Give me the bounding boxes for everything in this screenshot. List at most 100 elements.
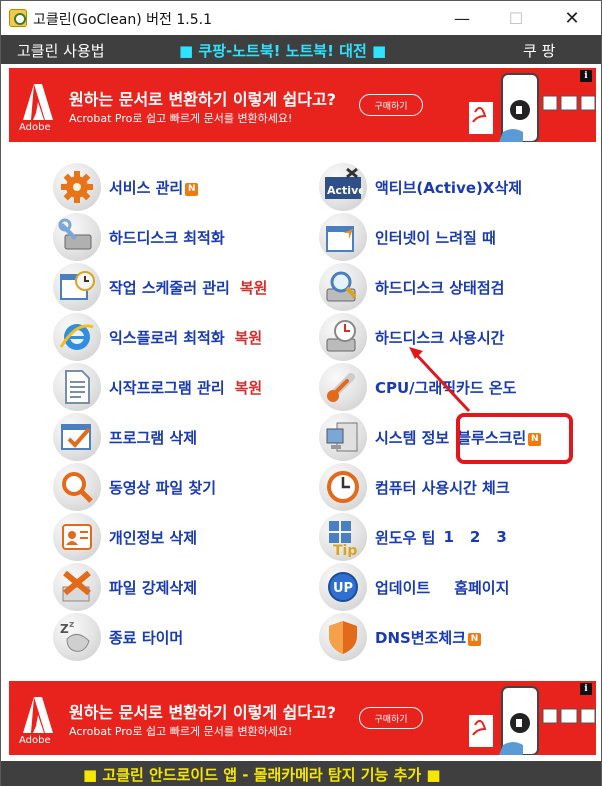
ad-banner-bottom[interactable]: Adobe 원하는 문서로 변환하기 이렇게 쉽다고? Acrobat Pro로… <box>9 681 596 755</box>
dns-check-label: DNS변조체크 N <box>375 627 482 648</box>
ad-logo-text: Adobe <box>19 122 51 133</box>
activex-icon: Active <box>319 163 367 211</box>
service-management-item[interactable]: 서비스 관리 N <box>53 163 199 211</box>
document-icon <box>53 363 101 411</box>
windows-tip-label: 윈도우 팁 <box>375 528 436 547</box>
task-scheduler-restore-link[interactable]: 복원 <box>240 277 268 298</box>
computer-icon <box>319 413 367 461</box>
adobe-logo-icon <box>23 84 53 120</box>
update-item[interactable]: UP 업데이트 홈페이지 <box>319 563 509 611</box>
title-bar: 고클린(GoClean) 버전 1.5.1 — ☐ ✕ <box>1 1 601 35</box>
tip-1-link[interactable]: 1 <box>443 528 453 546</box>
gear-icon <box>53 163 101 211</box>
ad-banner-top[interactable]: Adobe 원하는 문서로 변환하기 이렇게 쉽다고? Acrobat Pro로… <box>9 68 596 142</box>
dns-check-item[interactable]: DNS변조체크 N <box>319 613 482 661</box>
ie-optimize-restore-link[interactable]: 복원 <box>235 327 263 348</box>
adobe-logo-icon <box>23 697 53 733</box>
status-bar: ■ 고클린 안드로이드 앱 - 몰래카메라 탐지 기능 추가 ■ <box>1 761 601 786</box>
ad-headline: 원하는 문서로 변환하기 이렇게 쉽다고? <box>69 703 337 722</box>
tip-3-link[interactable]: 3 <box>496 528 506 546</box>
tip-links: 123 <box>443 528 522 546</box>
ad-illustration-icon <box>469 686 596 755</box>
video-finder-item[interactable]: 동영상 파일 찾기 <box>53 463 216 511</box>
clock-icon <box>319 463 367 511</box>
android-app-promo-link[interactable]: ■ 고클린 안드로이드 앱 - 몰래카메라 탐지 기능 추가 ■ <box>83 764 441 785</box>
coupang-promo-link[interactable]: ■ 쿠팡-노트북! 노트북! 대전 ■ <box>179 40 386 61</box>
activex-delete-label: 액티브(Active)X삭제 <box>375 178 523 197</box>
pc-usage-time-label: 컴퓨터 사용시간 체크 <box>375 478 510 497</box>
update-icon: UP <box>319 563 367 611</box>
svg-text:Active: Active <box>327 184 363 197</box>
ad-info-icon[interactable]: i <box>580 683 592 695</box>
disk-status-item[interactable]: 하드디스크 상태점검 <box>319 263 504 311</box>
tip-2-link[interactable]: 2 <box>470 528 480 546</box>
system-info-label: 시스템 정보 <box>375 428 450 447</box>
service-management-label: 서비스 관리 N <box>109 177 199 198</box>
new-badge: N <box>185 182 199 196</box>
ad-info-icon[interactable]: i <box>580 70 592 82</box>
new-badge: N <box>468 632 482 646</box>
svg-text:UP: UP <box>333 581 353 596</box>
windows-tip-icon: Tip <box>319 513 367 561</box>
update-label: 업데이트 <box>375 578 431 597</box>
coupang-link[interactable]: 쿠 팡 <box>523 40 555 61</box>
windows-tip-item[interactable]: Tip 윈도우 팁 123 <box>319 513 523 561</box>
internet-speed-item[interactable]: 인터넷이 느려질 때 <box>319 213 496 261</box>
minimize-button[interactable]: — <box>439 1 485 35</box>
privacy-icon <box>53 513 101 561</box>
ad-subtext: Acrobat Pro로 쉽고 빠르게 문서를 변환하세요! <box>69 725 293 738</box>
disk-optimize-item[interactable]: 하드디스크 최적화 <box>53 213 225 261</box>
uninstall-icon <box>53 413 101 461</box>
ie-optimize-item[interactable]: 익스플로러 최적화 복원 <box>53 313 262 361</box>
svg-text:Z: Z <box>60 622 69 636</box>
shutdown-timer-label: 종료 타이머 <box>109 628 184 647</box>
startup-program-item[interactable]: 시작프로그램 관리 복원 <box>53 363 262 411</box>
task-scheduler-item[interactable]: 작업 스케줄러 관리 복원 <box>53 263 267 311</box>
delete-file-icon <box>53 563 101 611</box>
privacy-delete-item[interactable]: 개인정보 삭제 <box>53 513 197 561</box>
shutdown-timer-item[interactable]: Zz 종료 타이머 <box>53 613 183 661</box>
app-window: 고클린(GoClean) 버전 1.5.1 — ☐ ✕ 고클린 사용법 ■ 쿠팡… <box>0 0 602 786</box>
task-scheduler-label: 작업 스케줄러 관리 <box>109 278 230 297</box>
window-title: 고클린(GoClean) 버전 1.5.1 <box>33 12 212 28</box>
force-delete-label: 파일 강제삭제 <box>109 578 198 597</box>
scheduler-icon <box>53 263 101 311</box>
menu-bar: 고클린 사용법 ■ 쿠팡-노트북! 노트북! 대전 ■ 쿠 팡 <box>1 35 601 64</box>
pc-usage-time-item[interactable]: 컴퓨터 사용시간 체크 <box>319 463 510 511</box>
homepage-link[interactable]: 홈페이지 <box>454 577 509 598</box>
disk-status-label: 하드디스크 상태점검 <box>375 278 505 297</box>
ad-logo-text: Adobe <box>19 735 51 746</box>
annotation-arrow-icon <box>409 347 471 413</box>
magnifier-icon <box>53 463 101 511</box>
disk-optimize-label: 하드디스크 최적화 <box>109 228 225 247</box>
force-delete-item[interactable]: 파일 강제삭제 <box>53 563 197 611</box>
program-uninstall-label: 프로그램 삭제 <box>109 428 198 447</box>
ad-buy-button[interactable]: 구매하기 <box>359 707 423 729</box>
internet-speed-label: 인터넷이 느려질 때 <box>375 228 496 247</box>
sleep-timer-icon: Zz <box>53 613 101 661</box>
video-finder-label: 동영상 파일 찾기 <box>109 478 217 497</box>
startup-restore-link[interactable]: 복원 <box>235 377 263 398</box>
svg-text:Tip: Tip <box>333 543 357 557</box>
program-uninstall-item[interactable]: 프로그램 삭제 <box>53 413 197 461</box>
startup-program-label: 시작프로그램 관리 <box>109 378 225 397</box>
disk-time-icon <box>319 313 367 361</box>
wrench-disk-icon <box>53 213 101 261</box>
privacy-delete-label: 개인정보 삭제 <box>109 528 198 547</box>
ad-illustration-icon <box>469 73 596 142</box>
ie-icon <box>53 313 101 361</box>
thermometer-icon <box>319 363 367 411</box>
ie-optimize-label: 익스플로러 최적화 <box>109 328 225 347</box>
maximize-button[interactable]: ☐ <box>493 1 539 35</box>
app-logo-icon <box>9 9 27 27</box>
close-button[interactable]: ✕ <box>549 1 595 35</box>
annotation-highlight-box <box>456 413 573 464</box>
svg-text:z: z <box>69 620 74 630</box>
usage-guide-link[interactable]: 고클린 사용법 <box>17 40 105 61</box>
ad-buy-button[interactable]: 구매하기 <box>359 94 423 116</box>
ad-subtext: Acrobat Pro로 쉽고 빠르게 문서를 변환하세요! <box>69 112 293 125</box>
activex-delete-item[interactable]: Active 액티브(Active)X삭제 <box>319 163 522 211</box>
ad-headline: 원하는 문서로 변환하기 이렇게 쉽다고? <box>69 90 337 109</box>
internet-speed-icon <box>319 213 367 261</box>
disk-check-icon <box>319 263 367 311</box>
